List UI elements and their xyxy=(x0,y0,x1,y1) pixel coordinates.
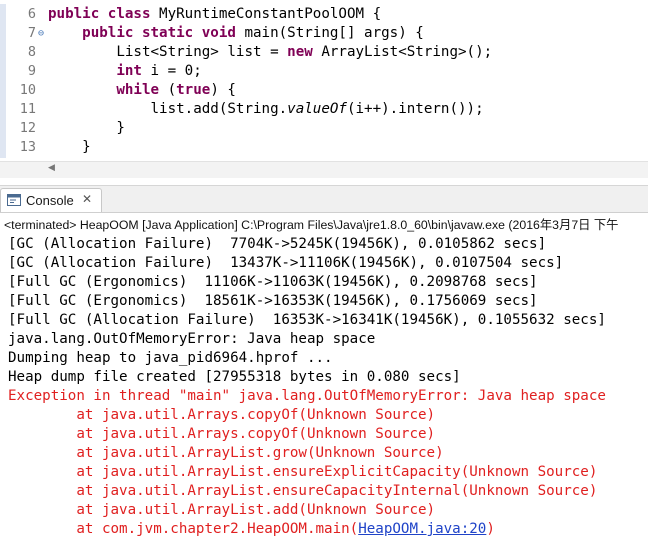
console-output[interactable]: <terminated> HeapOOM [Java Application] … xyxy=(0,212,648,549)
console-output-line: Dumping heap to java_pid6964.hprof ... xyxy=(8,350,333,366)
scroll-left-arrow-icon[interactable]: ◀ xyxy=(48,163,55,173)
line-number: 11 xyxy=(19,101,36,117)
line-number: 7 xyxy=(27,25,36,41)
line-number: 6 xyxy=(27,6,36,22)
console-error-line: at java.util.ArrayList.ensureExplicitCap… xyxy=(8,464,598,480)
console-output-line: [Full GC (Allocation Failure) 16353K->16… xyxy=(8,312,606,328)
code-text: } xyxy=(48,120,125,136)
line-number: 9 xyxy=(27,63,36,79)
console-error-line: at java.util.Arrays.copyOf(Unknown Sourc… xyxy=(8,407,436,423)
console-view-header: Console ✕ xyxy=(0,185,648,214)
console-output-line: [Full GC (Ergonomics) 11106K->11063K(194… xyxy=(8,274,538,290)
console-output-line: [GC (Allocation Failure) 13437K->11106K(… xyxy=(8,255,564,271)
line-number: 8 xyxy=(27,44,36,60)
console-error-line: at java.util.ArrayList.ensureCapacityInt… xyxy=(8,483,598,499)
code-line: 9 int i = 0; xyxy=(0,62,648,81)
console-error-line: at java.util.ArrayList.add(Unknown Sourc… xyxy=(8,502,436,518)
code-line: 10 while (true) { xyxy=(0,81,648,100)
close-icon[interactable]: ✕ xyxy=(82,192,92,206)
code-text: int i = 0; xyxy=(116,63,202,79)
line-number: 13 xyxy=(19,139,36,155)
process-status-line: <terminated> HeapOOM [Java Application] … xyxy=(4,218,619,232)
console-output-line: java.lang.OutOfMemoryError: Java heap sp… xyxy=(8,331,376,347)
console-output-line: Heap dump file created [27955318 bytes i… xyxy=(8,369,461,385)
source-link[interactable]: HeapOOM.java:20 xyxy=(358,521,486,537)
horizontal-scrollbar[interactable]: ◀ xyxy=(0,161,648,178)
tab-console[interactable]: Console ✕ xyxy=(0,188,102,214)
fold-collapse-icon[interactable]: ⊖ xyxy=(38,24,44,43)
code-text: public class MyRuntimeConstantPoolOOM { xyxy=(48,6,382,22)
line-number: 12 xyxy=(19,120,36,136)
console-output-line: [Full GC (Ergonomics) 18561K->16353K(194… xyxy=(8,293,538,309)
console-error-line: at java.util.ArrayList.grow(Unknown Sour… xyxy=(8,445,444,461)
code-text: while (true) { xyxy=(116,82,236,98)
code-line: 7 ⊖ public static void main(String[] args… xyxy=(0,24,648,43)
line-number: 10 xyxy=(19,82,36,98)
console-output-line: [GC (Allocation Failure) 7704K->5245K(19… xyxy=(8,236,547,252)
code-line: 12 } xyxy=(0,119,648,138)
console-error-line: Exception in thread "main" java.lang.Out… xyxy=(8,388,606,404)
code-text: public static void main(String[] args) { xyxy=(82,25,424,41)
code-text: List<String> list = new ArrayList<String… xyxy=(48,44,493,60)
console-tab-label: Console xyxy=(26,193,74,208)
console-icon xyxy=(7,194,21,206)
console-error-line: at java.util.Arrays.copyOf(Unknown Sourc… xyxy=(8,426,436,442)
code-line: 13 } xyxy=(0,138,648,157)
code-line: 11 list.add(String.valueOf(i++).intern()… xyxy=(0,100,648,119)
code-editor[interactable]: 6 public class MyRuntimeConstantPoolOOM {… xyxy=(0,0,648,158)
code-text: } xyxy=(48,139,91,155)
code-line: 6 public class MyRuntimeConstantPoolOOM { xyxy=(0,5,648,24)
code-text: list.add(String.valueOf(i++).intern()); xyxy=(48,101,484,117)
console-error-line: at com.jvm.chapter2.HeapOOM.main(HeapOOM… xyxy=(8,521,495,537)
code-line: 8 List<String> list = new ArrayList<Stri… xyxy=(0,43,648,62)
